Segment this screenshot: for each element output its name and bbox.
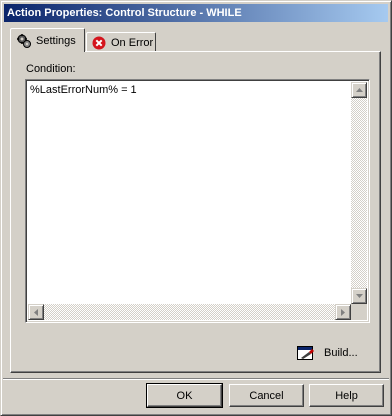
- ok-label: OK: [176, 389, 193, 402]
- help-label: Help: [335, 389, 358, 402]
- cancel-label: Cancel: [249, 389, 284, 402]
- condition-value: %LastErrorNum% = 1: [30, 84, 137, 96]
- arrow-left-icon: [34, 308, 38, 316]
- tab-on-error-label: On Error: [111, 36, 154, 49]
- build-button[interactable]: Build...: [293, 342, 362, 364]
- condition-label: Condition:: [26, 63, 76, 75]
- vertical-scrollbar[interactable]: [351, 82, 367, 304]
- scroll-corner: [351, 304, 367, 320]
- tab-on-error[interactable]: On Error: [86, 32, 156, 52]
- build-label: Build...: [324, 347, 358, 359]
- help-button[interactable]: Help: [309, 384, 384, 407]
- title-bar[interactable]: Action Properties: Control Structure - W…: [4, 4, 388, 22]
- gears-icon: [16, 33, 32, 49]
- scroll-up-button[interactable]: [351, 82, 367, 98]
- cancel-button[interactable]: Cancel: [229, 384, 304, 407]
- separator: [3, 378, 389, 380]
- dialog-window: Action Properties: Control Structure - W…: [0, 0, 392, 416]
- arrow-up-icon: [355, 88, 363, 92]
- arrow-down-icon: [355, 294, 363, 298]
- arrow-right-icon: [341, 308, 345, 316]
- tab-settings-label: Settings: [36, 34, 76, 47]
- tab-settings[interactable]: Settings: [10, 28, 85, 52]
- horizontal-scrollbar[interactable]: [28, 304, 351, 320]
- error-icon: [92, 36, 106, 50]
- scroll-down-button[interactable]: [351, 288, 367, 304]
- condition-textarea[interactable]: %LastErrorNum% = 1: [25, 79, 370, 323]
- ok-button[interactable]: OK: [146, 383, 223, 408]
- scroll-right-button[interactable]: [335, 304, 351, 320]
- window-title: Action Properties: Control Structure - W…: [7, 7, 242, 19]
- scroll-left-button[interactable]: [28, 304, 44, 320]
- build-icon: [297, 345, 315, 361]
